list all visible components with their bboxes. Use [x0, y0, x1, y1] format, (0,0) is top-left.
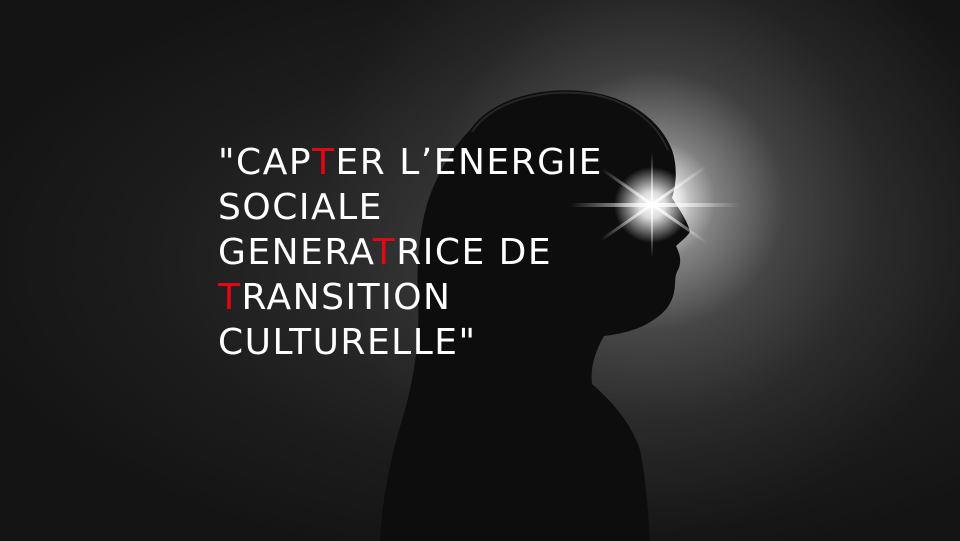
- accent-letter: T: [312, 142, 336, 183]
- quote-line-4: TRANSITION: [218, 277, 452, 318]
- hero-scene: "CAPTER L’ENERGIE SOCIALE GENERATRICE DE…: [0, 0, 960, 541]
- quote-line-2: SOCIALE: [218, 187, 383, 228]
- quote-line-5: CULTURELLE": [218, 322, 477, 363]
- accent-letter: T: [372, 232, 397, 273]
- accent-letter: T: [218, 277, 242, 318]
- quote-line-1: "CAPTER L’ENERGIE: [218, 142, 603, 183]
- headline-quote: "CAPTER L’ENERGIE SOCIALE GENERATRICE DE…: [218, 140, 603, 365]
- quote-line-3: GENERATRICE DE: [218, 232, 553, 273]
